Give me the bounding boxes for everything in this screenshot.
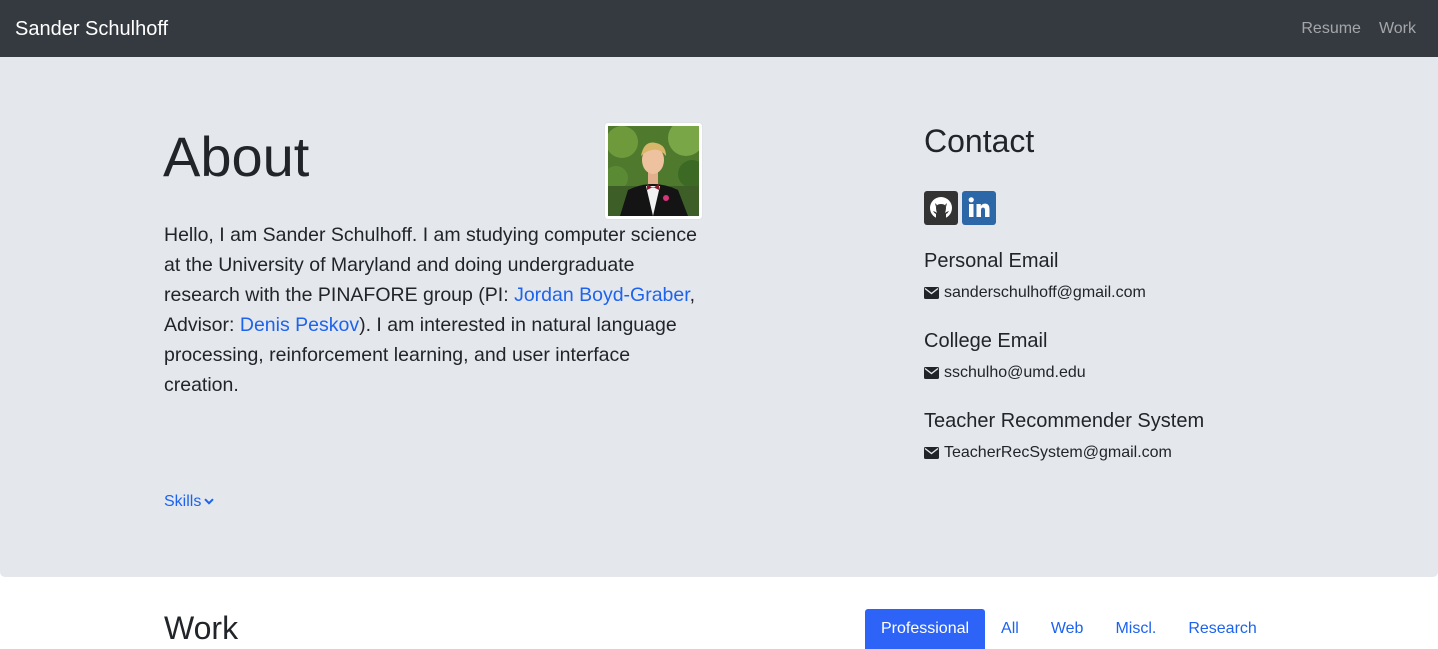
intro-section: About Hello, I am Sander Schulhoff. I am…	[0, 57, 1438, 577]
personal-email-title: Personal Email	[924, 250, 1059, 272]
envelope-icon	[924, 447, 939, 459]
linkedin-link[interactable]	[962, 191, 996, 225]
github-link[interactable]	[924, 191, 958, 225]
nav-link-work[interactable]: Work	[1379, 19, 1416, 39]
college-email-title: College Email	[924, 330, 1048, 352]
skills-toggle[interactable]: Skills	[164, 490, 215, 513]
teacher-recommender-email-link[interactable]: TeacherRecSystem@gmail.com	[944, 443, 1172, 463]
nav-link-resume[interactable]: Resume	[1301, 19, 1361, 39]
tab-miscl[interactable]: Miscl.	[1099, 609, 1172, 649]
brand-link[interactable]: Sander Schulhoff	[15, 17, 168, 41]
personal-email-link[interactable]: sanderschulhoff@gmail.com	[944, 283, 1146, 303]
nav-links: Resume Work	[1301, 19, 1416, 39]
social-links	[924, 191, 996, 225]
tab-web[interactable]: Web	[1035, 609, 1100, 649]
top-navbar: Sander Schulhoff Resume Work	[0, 0, 1438, 57]
envelope-icon	[924, 367, 939, 379]
envelope-icon	[924, 287, 939, 299]
linkedin-icon	[968, 197, 990, 217]
pi-link[interactable]: Jordan Boyd-Graber	[514, 284, 690, 306]
about-paragraph: Hello, I am Sander Schulhoff. I am study…	[164, 220, 709, 400]
about-title: About	[163, 125, 310, 188]
work-filter-tabs: Professional All Web Miscl. Research	[865, 609, 1273, 649]
contact-title: Contact	[924, 123, 1035, 159]
tab-research[interactable]: Research	[1172, 609, 1272, 649]
personal-email-line: sanderschulhoff@gmail.com	[924, 283, 1146, 303]
profile-photo	[608, 126, 699, 216]
github-icon	[930, 197, 952, 219]
college-email-link[interactable]: sschulho@umd.edu	[944, 363, 1086, 383]
college-email-line: sschulho@umd.edu	[924, 363, 1086, 383]
teacher-recommender-title: Teacher Recommender System	[924, 410, 1205, 432]
advisor-link[interactable]: Denis Peskov	[240, 314, 359, 336]
chevron-down-icon	[204, 490, 215, 512]
work-title: Work	[164, 610, 239, 646]
avatar	[604, 122, 703, 220]
tab-professional[interactable]: Professional	[865, 609, 986, 649]
tab-all[interactable]: All	[985, 609, 1035, 649]
skills-label: Skills	[164, 493, 202, 510]
teacher-recommender-line: TeacherRecSystem@gmail.com	[924, 443, 1172, 463]
